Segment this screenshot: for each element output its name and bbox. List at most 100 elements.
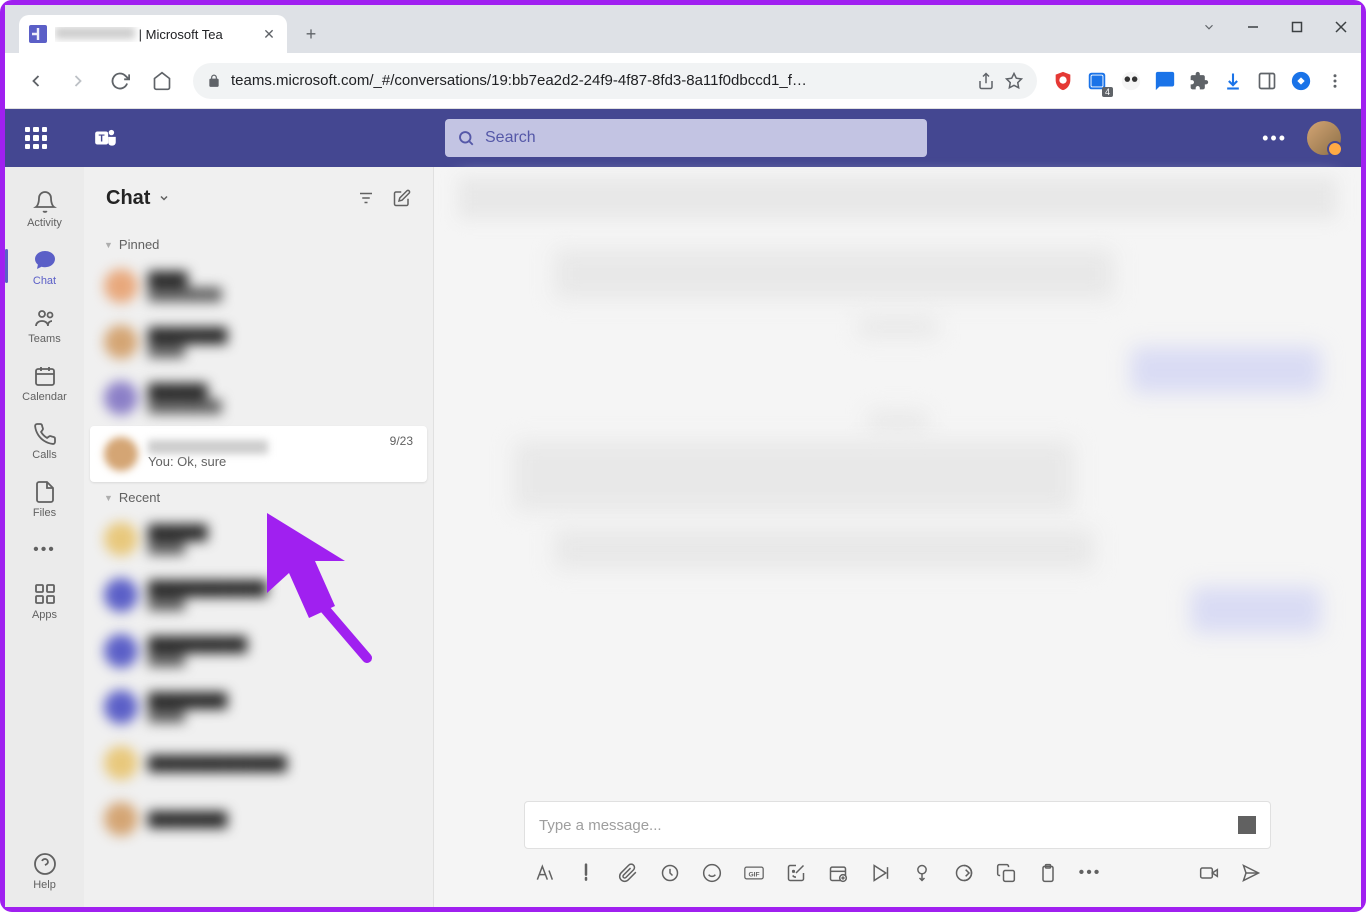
new-chat-icon[interactable]: [393, 189, 411, 207]
reload-button[interactable]: [103, 64, 137, 98]
tab-title: | Microsoft Tea: [55, 27, 253, 42]
share-icon[interactable]: [977, 72, 995, 90]
chat-item-selected[interactable]: You: Ok, sure 9/23: [90, 426, 427, 482]
more-actions-icon[interactable]: •••: [1080, 863, 1100, 883]
url-bar[interactable]: teams.microsoft.com/_#/conversations/19:…: [193, 63, 1037, 99]
compose-input-box[interactable]: [524, 801, 1271, 849]
rail-files[interactable]: Files: [12, 471, 78, 525]
browser-menu-icon[interactable]: [1323, 69, 1347, 93]
bell-icon: [32, 189, 58, 215]
maximize-icon[interactable]: [1289, 19, 1305, 35]
svg-text:T: T: [99, 133, 105, 144]
close-icon[interactable]: [1333, 19, 1349, 35]
star-icon[interactable]: [1005, 72, 1023, 90]
viva-icon[interactable]: [954, 863, 974, 883]
ext-panda-icon[interactable]: [1119, 69, 1143, 93]
more-icon: •••: [32, 537, 58, 563]
app-rail: Activity Chat Teams Calendar Calls Files: [5, 167, 84, 907]
chat-timestamp: 9/23: [390, 434, 413, 448]
chat-list-header: Chat: [84, 167, 433, 229]
sticker-icon[interactable]: [786, 863, 806, 883]
chat-item[interactable]: ████████████: [90, 679, 427, 735]
chevron-down-icon[interactable]: [158, 192, 170, 204]
chat-item[interactable]: ████████████████: [90, 567, 427, 623]
app-launcher-icon[interactable]: [25, 127, 47, 149]
ext-circle-icon[interactable]: [1289, 69, 1313, 93]
ext-ublock-icon[interactable]: [1051, 69, 1075, 93]
chat-item[interactable]: ████████: [90, 791, 427, 847]
chat-item[interactable]: ██████████: [90, 511, 427, 567]
conversation-area: GIF •••: [434, 167, 1361, 907]
section-label: Recent: [119, 490, 160, 505]
chat-item[interactable]: ██████████████: [90, 735, 427, 791]
message-list: [434, 229, 1361, 801]
teams-app: T ••• Activity Chat Teams: [5, 109, 1361, 907]
chevron-down-icon[interactable]: [1201, 19, 1217, 35]
rail-help[interactable]: Help: [12, 843, 78, 897]
copy-icon[interactable]: [996, 863, 1016, 883]
stream-icon[interactable]: [870, 863, 890, 883]
user-avatar[interactable]: [1307, 121, 1341, 155]
chat-item[interactable]: ████████████: [90, 258, 427, 314]
rail-activity[interactable]: Activity: [12, 181, 78, 235]
rail-apps[interactable]: Apps: [12, 573, 78, 627]
sidepanel-icon[interactable]: [1255, 69, 1279, 93]
search-input[interactable]: [485, 129, 915, 147]
rail-more[interactable]: •••: [12, 529, 78, 569]
conversation-header: [434, 167, 1361, 229]
priority-icon[interactable]: [576, 863, 596, 883]
rail-chat[interactable]: Chat: [12, 239, 78, 293]
minimize-icon[interactable]: [1245, 19, 1261, 35]
tab-close-icon[interactable]: ✕: [261, 26, 277, 42]
emoji-icon[interactable]: [702, 863, 722, 883]
rail-label: Help: [33, 879, 56, 891]
search-bar[interactable]: [445, 119, 927, 157]
approvals-icon[interactable]: [912, 863, 932, 883]
back-button[interactable]: [19, 64, 53, 98]
lock-icon: [207, 74, 221, 88]
rail-calendar[interactable]: Calendar: [12, 355, 78, 409]
chat-name: [148, 440, 268, 454]
chat-item[interactable]: ██████████████: [90, 370, 427, 426]
browser-tab[interactable]: | Microsoft Tea ✕: [19, 15, 287, 53]
triangle-down-icon: ▼: [104, 493, 113, 503]
settings-menu-icon[interactable]: •••: [1262, 128, 1287, 149]
apps-icon: [32, 581, 58, 607]
chat-avatar: [104, 437, 138, 471]
teams-favicon: [29, 25, 47, 43]
schedule-icon[interactable]: [828, 863, 848, 883]
phone-icon: [32, 421, 58, 447]
url-text: teams.microsoft.com/_#/conversations/19:…: [231, 72, 967, 89]
help-icon: [32, 851, 58, 877]
file-icon: [32, 479, 58, 505]
address-bar-row: teams.microsoft.com/_#/conversations/19:…: [5, 53, 1361, 109]
home-button[interactable]: [145, 64, 179, 98]
loop-icon[interactable]: [660, 863, 680, 883]
clipboard-icon[interactable]: [1038, 863, 1058, 883]
rail-label: Activity: [27, 217, 62, 229]
download-icon[interactable]: [1221, 69, 1245, 93]
forward-button[interactable]: [61, 64, 95, 98]
ext-translate-icon[interactable]: 4: [1085, 69, 1109, 93]
attach-icon[interactable]: [618, 863, 638, 883]
rail-teams[interactable]: Teams: [12, 297, 78, 351]
gif-icon[interactable]: GIF: [744, 863, 764, 883]
new-tab-button[interactable]: +: [297, 20, 325, 48]
section-label: Pinned: [119, 237, 159, 252]
extensions-icon[interactable]: [1187, 69, 1211, 93]
people-icon: [32, 305, 58, 331]
search-icon: [457, 129, 475, 147]
send-icon[interactable]: [1241, 863, 1261, 883]
chat-item[interactable]: ████████████: [90, 314, 427, 370]
video-icon[interactable]: [1199, 863, 1219, 883]
rail-calls[interactable]: Calls: [12, 413, 78, 467]
ext-chat-icon[interactable]: [1153, 69, 1177, 93]
recent-section-header[interactable]: ▼ Recent: [84, 482, 433, 511]
pinned-section-header[interactable]: ▼ Pinned: [84, 229, 433, 258]
filter-icon[interactable]: [357, 189, 375, 207]
emoji-square-icon[interactable]: [1238, 816, 1256, 834]
window-controls: [1201, 19, 1349, 35]
message-input[interactable]: [539, 817, 1238, 834]
chat-item[interactable]: ██████████████: [90, 623, 427, 679]
format-icon[interactable]: [534, 863, 554, 883]
